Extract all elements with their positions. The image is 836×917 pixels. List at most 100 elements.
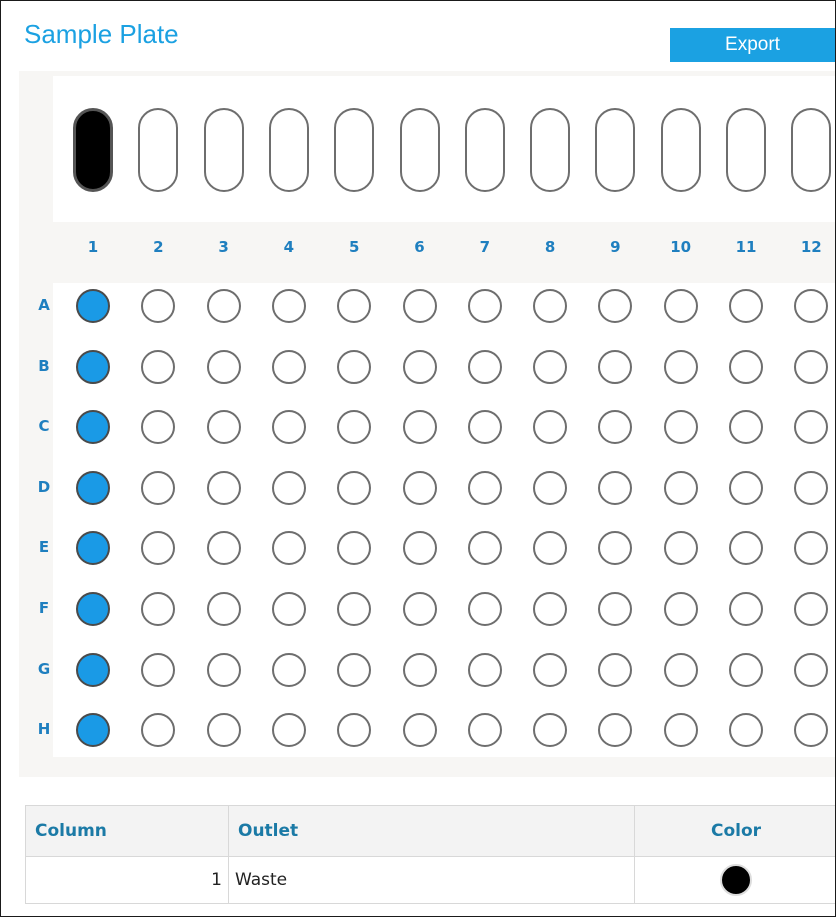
well-B11[interactable] — [729, 349, 763, 384]
well-G11[interactable] — [729, 652, 763, 687]
well-E11[interactable] — [729, 531, 763, 566]
well-E4[interactable] — [271, 531, 306, 566]
well-C9[interactable] — [598, 410, 633, 445]
well-A11[interactable] — [729, 289, 763, 323]
well-H2[interactable] — [141, 713, 176, 748]
column-header-outlet[interactable]: Outlet — [228, 805, 635, 857]
well-B3[interactable] — [206, 349, 241, 384]
well-H10[interactable] — [663, 713, 698, 748]
lane-1[interactable] — [73, 108, 113, 192]
well-F2[interactable] — [141, 592, 176, 626]
well-G6[interactable] — [402, 652, 437, 687]
well-D6[interactable] — [402, 470, 437, 505]
well-G9[interactable] — [598, 652, 633, 687]
well-H4[interactable] — [271, 713, 306, 748]
lane-12[interactable] — [791, 108, 832, 192]
well-C5[interactable] — [337, 410, 372, 445]
well-H8[interactable] — [533, 713, 568, 748]
well-A9[interactable] — [598, 289, 633, 323]
color-swatch-icon[interactable] — [720, 864, 752, 896]
lane-3[interactable] — [203, 108, 244, 192]
well-B8[interactable] — [533, 349, 568, 384]
well-B7[interactable] — [467, 349, 502, 384]
lane-10[interactable] — [660, 108, 701, 192]
well-A5[interactable] — [337, 289, 372, 323]
lane-11[interactable] — [726, 108, 766, 192]
well-C6[interactable] — [402, 410, 437, 445]
well-G12[interactable] — [794, 652, 829, 687]
well-G5[interactable] — [337, 652, 372, 687]
lane-4[interactable] — [268, 108, 309, 192]
well-A2[interactable] — [141, 289, 176, 323]
well-G7[interactable] — [467, 652, 502, 687]
well-B1[interactable] — [76, 349, 110, 384]
well-A10[interactable] — [663, 289, 698, 323]
well-C1[interactable] — [76, 410, 110, 445]
well-H12[interactable] — [794, 713, 829, 748]
well-F10[interactable] — [663, 592, 698, 626]
well-E12[interactable] — [794, 531, 829, 566]
well-A3[interactable] — [206, 289, 241, 323]
well-A7[interactable] — [467, 289, 502, 323]
well-D3[interactable] — [206, 470, 241, 505]
well-D4[interactable] — [271, 470, 306, 505]
well-H6[interactable] — [402, 713, 437, 748]
well-A8[interactable] — [533, 289, 568, 323]
well-G8[interactable] — [533, 652, 568, 687]
well-C12[interactable] — [794, 410, 829, 445]
lane-7[interactable] — [464, 108, 505, 192]
well-F7[interactable] — [467, 592, 502, 626]
well-D1[interactable] — [76, 470, 110, 505]
well-F6[interactable] — [402, 592, 437, 626]
well-E7[interactable] — [467, 531, 502, 566]
well-C4[interactable] — [271, 410, 306, 445]
well-E6[interactable] — [402, 531, 437, 566]
well-C3[interactable] — [206, 410, 241, 445]
well-G1[interactable] — [76, 652, 110, 687]
well-F3[interactable] — [206, 592, 241, 626]
well-B4[interactable] — [271, 349, 306, 384]
well-F11[interactable] — [729, 592, 763, 626]
well-E5[interactable] — [337, 531, 372, 566]
lane-6[interactable] — [399, 108, 440, 192]
well-C10[interactable] — [663, 410, 698, 445]
lane-5[interactable] — [334, 108, 375, 192]
well-G3[interactable] — [206, 652, 241, 687]
well-C11[interactable] — [729, 410, 763, 445]
column-header-color[interactable]: Color — [634, 805, 835, 857]
lane-2[interactable] — [138, 108, 179, 192]
well-E1[interactable] — [76, 531, 110, 566]
well-E8[interactable] — [533, 531, 568, 566]
well-C7[interactable] — [467, 410, 502, 445]
well-D11[interactable] — [729, 470, 763, 505]
lane-9[interactable] — [595, 108, 636, 192]
well-H9[interactable] — [598, 713, 633, 748]
well-F1[interactable] — [76, 592, 110, 626]
well-B2[interactable] — [141, 349, 176, 384]
well-E3[interactable] — [206, 531, 241, 566]
well-E10[interactable] — [663, 531, 698, 566]
well-D8[interactable] — [533, 470, 568, 505]
well-A4[interactable] — [271, 289, 306, 323]
well-H5[interactable] — [337, 713, 372, 748]
well-E2[interactable] — [141, 531, 176, 566]
well-A1[interactable] — [76, 289, 110, 323]
well-H7[interactable] — [467, 713, 502, 748]
well-A6[interactable] — [402, 289, 437, 323]
well-F8[interactable] — [533, 592, 568, 626]
well-D2[interactable] — [141, 470, 176, 505]
well-A12[interactable] — [794, 289, 829, 323]
well-B9[interactable] — [598, 349, 633, 384]
well-G4[interactable] — [271, 652, 306, 687]
well-G10[interactable] — [663, 652, 698, 687]
well-E9[interactable] — [598, 531, 633, 566]
lane-8[interactable] — [530, 108, 571, 192]
well-B10[interactable] — [663, 349, 698, 384]
well-B12[interactable] — [794, 349, 829, 384]
well-C2[interactable] — [141, 410, 176, 445]
well-C8[interactable] — [533, 410, 568, 445]
well-D5[interactable] — [337, 470, 372, 505]
well-B6[interactable] — [402, 349, 437, 384]
well-D10[interactable] — [663, 470, 698, 505]
row-color-cell[interactable] — [634, 856, 835, 904]
